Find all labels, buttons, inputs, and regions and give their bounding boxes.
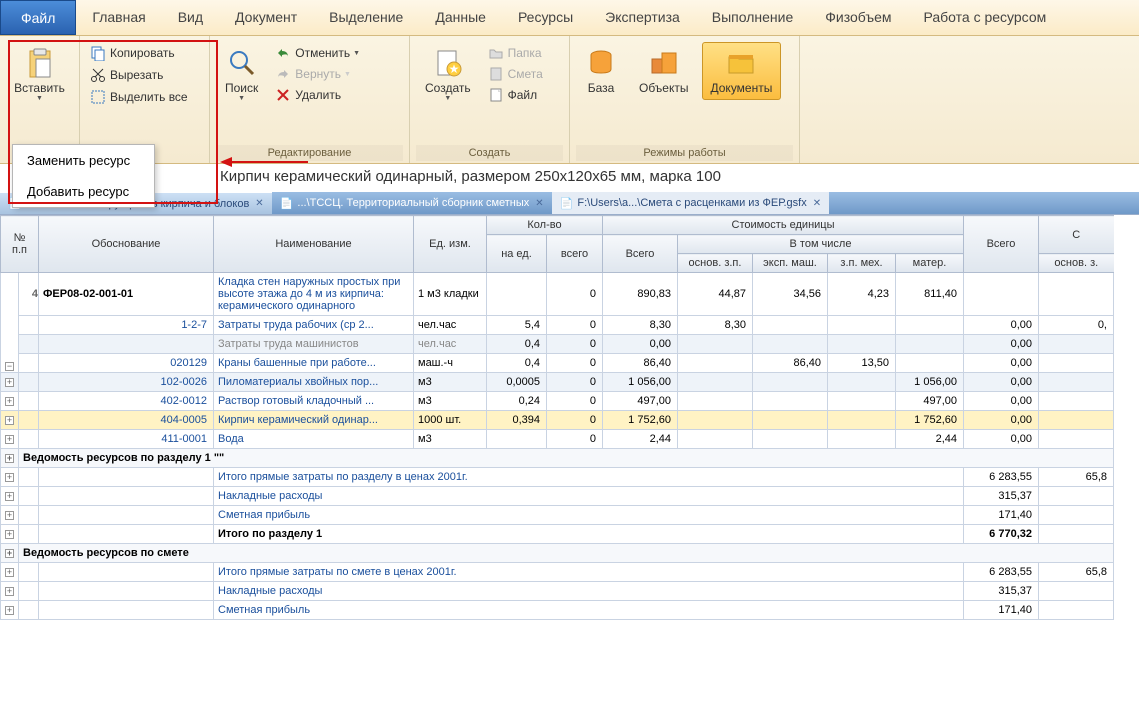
chevron-down-icon: ▼ [36,95,43,102]
close-icon[interactable]: ✕ [255,198,263,209]
doc-tab-2[interactable]: 📄 ...\ТССЦ. Территориальный сборник смет… [272,192,552,214]
ribbon-group-modes: База Объекты Документы Режимы работы [570,36,800,163]
summary-row[interactable]: +Сметная прибыль171,40 [1,601,1114,620]
summary-row[interactable]: +Итого прямые затраты по разделу в ценах… [1,468,1114,487]
expand-icon[interactable]: + [5,587,14,596]
objects-icon [648,47,680,79]
menu-expertise[interactable]: Экспертиза [589,0,696,35]
summary-row[interactable]: +Итого по разделу 16 770,32 [1,525,1114,544]
table-row[interactable]: Затраты труда машинистовчел.час0,400,000… [1,335,1114,354]
menu-view[interactable]: Вид [162,0,219,35]
summary-row[interactable]: +Накладные расходы315,37 [1,487,1114,506]
table-row[interactable]: +402-0012Раствор готовый кладочный ...м3… [1,392,1114,411]
folder-icon [488,45,504,61]
expand-icon[interactable]: + [5,454,14,463]
copy-icon [90,45,106,61]
create-icon: ★ [432,47,464,79]
paste-dropdown: Заменить ресурс Добавить ресурс [12,144,155,208]
doc-tab-3[interactable]: 📄 F:\Users\a...\Смета с расценками из ФЕ… [552,192,829,214]
file-icon [488,87,504,103]
ribbon-group-edit: Поиск ▼ Отменить▼ Вернуть▼ Удалить Редак… [210,36,410,163]
close-icon[interactable]: ✕ [535,198,543,209]
undo-button[interactable]: Отменить▼ [271,43,403,63]
expand-icon[interactable]: + [5,378,14,387]
estimate-icon [488,66,504,82]
modes-group-label: Режимы работы [576,145,793,161]
documents-icon [725,47,757,79]
annotation-arrow [220,152,310,175]
expand-icon[interactable]: + [5,397,14,406]
menu-resource-work[interactable]: Работа с ресурсом [908,0,1063,35]
menu-main[interactable]: Главная [76,0,161,35]
menu-document[interactable]: Документ [219,0,313,35]
folder-button[interactable]: Папка [484,43,563,63]
file-menu[interactable]: Файл [0,0,76,35]
paste-button[interactable]: Вставить ▼ [6,42,73,107]
expand-icon[interactable]: + [5,606,14,615]
documents-button[interactable]: Документы [702,42,782,100]
chevron-down-icon: ▼ [444,95,451,102]
section-header[interactable]: +Ведомость ресурсов по разделу 1 "" [1,449,1114,468]
close-icon[interactable]: ✕ [813,198,821,209]
expand-icon[interactable]: + [5,416,14,425]
ribbon-group-create: ★ Создать ▼ Папка Смета Файл Создать [410,36,570,163]
delete-button[interactable]: Удалить [271,85,403,105]
menu-data[interactable]: Данные [419,0,502,35]
chevron-down-icon: ▼ [238,95,245,102]
undo-icon [275,45,291,61]
copy-button[interactable]: Копировать [86,43,203,63]
paste-label: Вставить [14,81,65,95]
cut-button[interactable]: Вырезать [86,65,203,85]
objects-button[interactable]: Объекты [630,42,698,100]
menu-volume[interactable]: Физобъем [809,0,907,35]
redo-icon [275,66,291,82]
document-tabs: 📄 ...\ФЕР08. Конструкции из кирпича и бл… [0,192,1139,214]
search-icon [226,47,258,79]
create-button[interactable]: ★ Создать ▼ [416,42,480,107]
base-button[interactable]: База [576,42,626,100]
redo-button[interactable]: Вернуть▼ [271,64,403,84]
table-row[interactable]: +102-0026Пиломатериалы хвойных пор...м30… [1,373,1114,392]
table-row[interactable]: +411-0001Водам302,442,440,00 [1,430,1114,449]
select-all-button[interactable]: Выделить все [86,87,203,107]
paste-icon [24,47,56,79]
expand-icon[interactable]: + [5,511,14,520]
replace-resource-item[interactable]: Заменить ресурс [13,145,154,176]
table-row[interactable]: −4ФЕР08-02-001-01Кладка стен наружных пр… [1,273,1114,316]
file-button[interactable]: Файл [484,85,563,105]
table-row[interactable]: 020129Краны башенные при работе...маш.-ч… [1,354,1114,373]
menubar: Файл Главная Вид Документ Выделение Данн… [0,0,1139,36]
menu-resources[interactable]: Ресурсы [502,0,589,35]
table-row[interactable]: +404-0005Кирпич керамический одинар...10… [1,411,1114,430]
expand-icon[interactable]: + [5,549,14,558]
expand-icon[interactable]: + [5,492,14,501]
menu-selection[interactable]: Выделение [313,0,419,35]
section-header[interactable]: +Ведомость ресурсов по смете [1,544,1114,563]
expand-icon[interactable]: + [5,530,14,539]
create-group-label: Создать [416,145,563,161]
ribbon: Вставить ▼ Копировать Вырезать Выделить … [0,36,1139,164]
estimate-button[interactable]: Смета [484,64,563,84]
grid-header: №п.п Обоснование Наименование Ед. изм. К… [1,216,1114,273]
estimate-grid: №п.п Обоснование Наименование Ед. изм. К… [0,214,1139,620]
delete-icon [275,87,291,103]
select-all-icon [90,89,106,105]
summary-row[interactable]: +Накладные расходы315,37 [1,582,1114,601]
table-row[interactable]: 1-2-7Затраты труда рабочих (ср 2...чел.ч… [1,316,1114,335]
cut-icon [90,67,106,83]
search-button[interactable]: Поиск ▼ [216,42,267,107]
expand-icon[interactable]: + [5,473,14,482]
summary-row[interactable]: +Итого прямые затраты по смете в ценах 2… [1,563,1114,582]
database-icon [585,47,617,79]
expand-icon[interactable]: + [5,435,14,444]
add-resource-item[interactable]: Добавить ресурс [13,176,154,207]
menu-execution[interactable]: Выполнение [696,0,809,35]
item-title: Кирпич керамический одинарный, размером … [0,164,1139,192]
collapse-icon[interactable]: − [5,362,14,371]
svg-text:★: ★ [448,62,459,76]
expand-icon[interactable]: + [5,568,14,577]
summary-row[interactable]: +Сметная прибыль171,40 [1,506,1114,525]
